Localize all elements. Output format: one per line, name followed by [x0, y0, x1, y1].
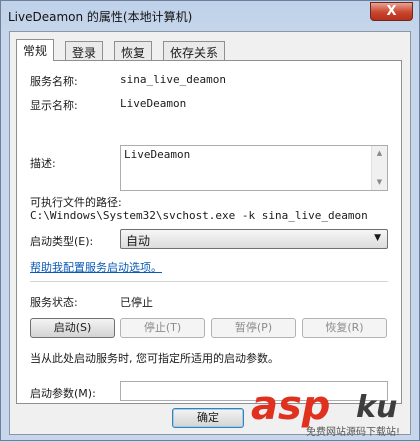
watermark-logo: asp ku 免费网站源码下载站! — [251, 384, 420, 442]
tab-dependencies[interactable]: 依存关系 — [163, 41, 226, 60]
watermark-tagline: 免费网站源码下载站! — [306, 427, 401, 438]
properties-dialog: LiveDeamon 的属性(本地计算机) X 常规 登录 恢复 依存关系 服务… — [0, 0, 420, 441]
stop-button[interactable]: 停止(T) — [120, 318, 205, 338]
scroll-up-icon[interactable]: ▲ — [372, 146, 387, 161]
executable-path-value: C:\Windows\System32\svchost.exe -k sina_… — [30, 209, 368, 222]
pause-button[interactable]: 暂停(P) — [211, 318, 296, 338]
title-bar[interactable]: LiveDeamon 的属性(本地计算机) X — [1, 1, 419, 31]
tab-general[interactable]: 常规 — [16, 39, 55, 61]
service-status-label: 服务状态: — [30, 296, 78, 309]
service-status-value: 已停止 — [120, 296, 153, 309]
watermark-brand-b: ku — [356, 390, 398, 425]
close-icon: X — [386, 4, 397, 19]
watermark-brand-a: asp — [251, 383, 331, 429]
start-params-label: 启动参数(M): — [30, 387, 96, 400]
tab-logon[interactable]: 登录 — [65, 41, 104, 60]
window-title: LiveDeamon 的属性(本地计算机) — [8, 10, 193, 24]
description-scrollbar[interactable]: ▲ ▼ — [371, 146, 387, 190]
display-name-value: LiveDeamon — [120, 97, 187, 110]
ok-button[interactable]: 确定 — [172, 408, 244, 428]
tab-recovery[interactable]: 恢复 — [114, 41, 153, 60]
scroll-down-icon[interactable]: ▼ — [372, 175, 387, 190]
service-name-label: 服务名称: — [30, 75, 78, 88]
chevron-down-icon: ▼ — [374, 233, 381, 243]
display-name-label: 显示名称: — [30, 99, 78, 112]
general-tab-panel: 服务名称: sina_live_deamon 显示名称: LiveDeamon … — [16, 60, 402, 404]
resume-button[interactable]: 恢复(R) — [302, 318, 387, 338]
description-textbox[interactable]: LiveDeamon ▲ ▼ — [120, 145, 388, 191]
close-button[interactable]: X — [370, 2, 413, 21]
service-name-value: sina_live_deamon — [120, 73, 226, 86]
start-button[interactable]: 启动(S) — [30, 318, 115, 338]
executable-path-label: 可执行文件的路径: — [30, 196, 122, 209]
startup-help-link[interactable]: 帮助我配置服务启动选项。 — [30, 259, 162, 275]
description-label: 描述: — [30, 157, 56, 170]
startup-type-label: 启动类型(E): — [30, 235, 94, 248]
description-text: LiveDeamon — [124, 148, 191, 161]
dialog-client-area: 常规 登录 恢复 依存关系 服务名称: sina_live_deamon 显示名… — [9, 31, 411, 435]
startup-type-select[interactable]: 自动 ▼ — [120, 229, 388, 249]
startup-type-value: 自动 — [126, 234, 151, 248]
start-params-hint: 当从此处启动服务时, 您可指定所适用的启动参数。 — [30, 352, 279, 365]
divider — [30, 281, 388, 282]
